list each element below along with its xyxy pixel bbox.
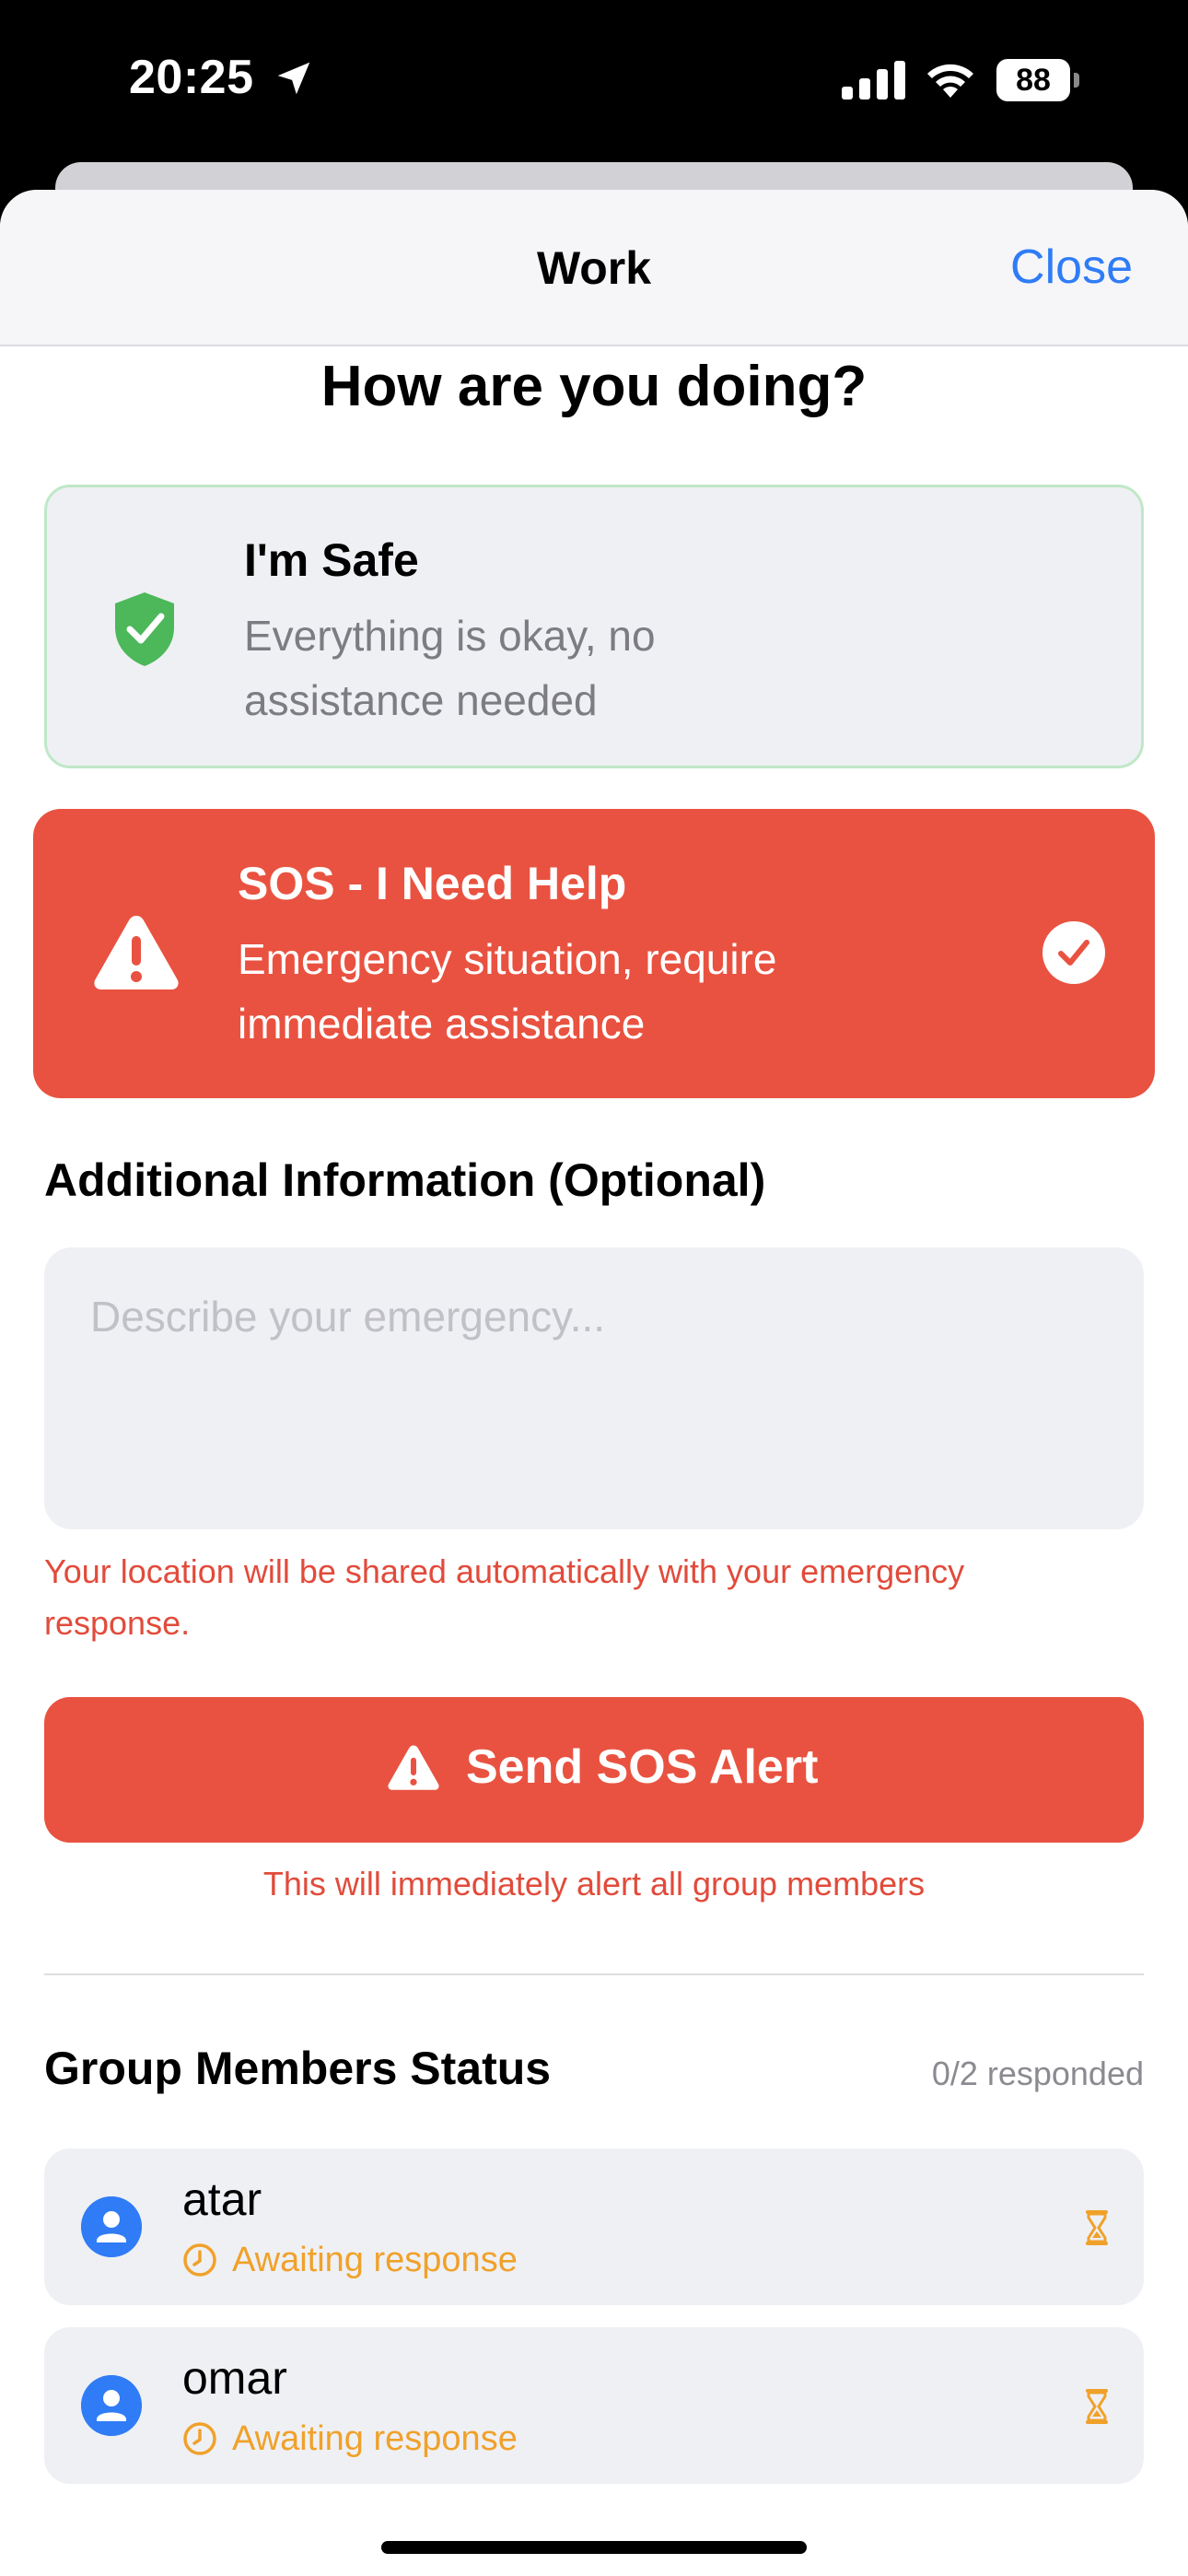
status-question: How are you doing?: [320, 355, 868, 418]
send-sos-label: Send SOS Alert: [466, 1740, 819, 1794]
hourglass-icon: [1086, 2210, 1108, 2245]
navigation-bar: Work Close: [0, 190, 1188, 346]
option-sos-title: SOS - I Need Help: [238, 858, 627, 909]
member-row: atar Awaiting response: [44, 2149, 1144, 2305]
member-name: omar: [182, 2352, 287, 2404]
emergency-description-input[interactable]: [44, 1247, 1144, 1529]
cellular-signal-icon: [842, 61, 905, 100]
battery-icon: 88: [996, 59, 1079, 101]
member-row: omar Awaiting response: [44, 2327, 1144, 2484]
member-name: atar: [182, 2173, 262, 2225]
option-sos-card[interactable]: SOS - I Need Help Emergency situation, r…: [33, 809, 1155, 1098]
battery-level: 88: [996, 59, 1070, 101]
group-members-title: Group Members Status: [44, 2043, 552, 2094]
location-arrow-icon: [277, 62, 310, 95]
additional-info-label: Additional Information (Optional): [44, 1154, 766, 1206]
divider: [44, 1973, 1144, 1975]
clock-icon: [183, 2243, 216, 2277]
close-button[interactable]: Close: [1010, 240, 1133, 295]
send-sos-button[interactable]: Send SOS Alert: [44, 1697, 1144, 1843]
member-status: Awaiting response: [232, 2241, 518, 2279]
person-icon: [81, 2375, 142, 2436]
responded-count: 0/2 responded: [931, 2055, 1144, 2092]
option-safe-card[interactable]: I'm Safe Everything is okay, no assistan…: [44, 485, 1144, 768]
status-time: 20:25: [129, 51, 254, 104]
warning-triangle-icon: [388, 1745, 439, 1790]
option-sos-description: Emergency situation, require immediate a…: [238, 935, 777, 1048]
location-share-note: Your location will be shared automatical…: [44, 1552, 965, 1642]
checkmark-circle-icon: [1042, 921, 1105, 984]
person-icon: [81, 2196, 142, 2257]
status-bar: 20:25 88: [0, 0, 1188, 166]
hourglass-icon: [1086, 2389, 1108, 2424]
option-safe-title: I'm Safe: [244, 534, 419, 586]
option-safe-description: Everything is okay, no assistance needed: [244, 612, 656, 724]
shield-check-icon: [115, 592, 174, 666]
warning-triangle-icon: [94, 916, 179, 989]
member-status: Awaiting response: [232, 2419, 518, 2458]
sos-sheet: Work Close How are you doing? I'm Safe E…: [0, 190, 1188, 2576]
clock-icon: [183, 2422, 216, 2455]
alert-note: This will immediately alert all group me…: [262, 1865, 926, 1903]
wifi-icon: [927, 64, 973, 98]
home-indicator[interactable]: [381, 2541, 807, 2554]
